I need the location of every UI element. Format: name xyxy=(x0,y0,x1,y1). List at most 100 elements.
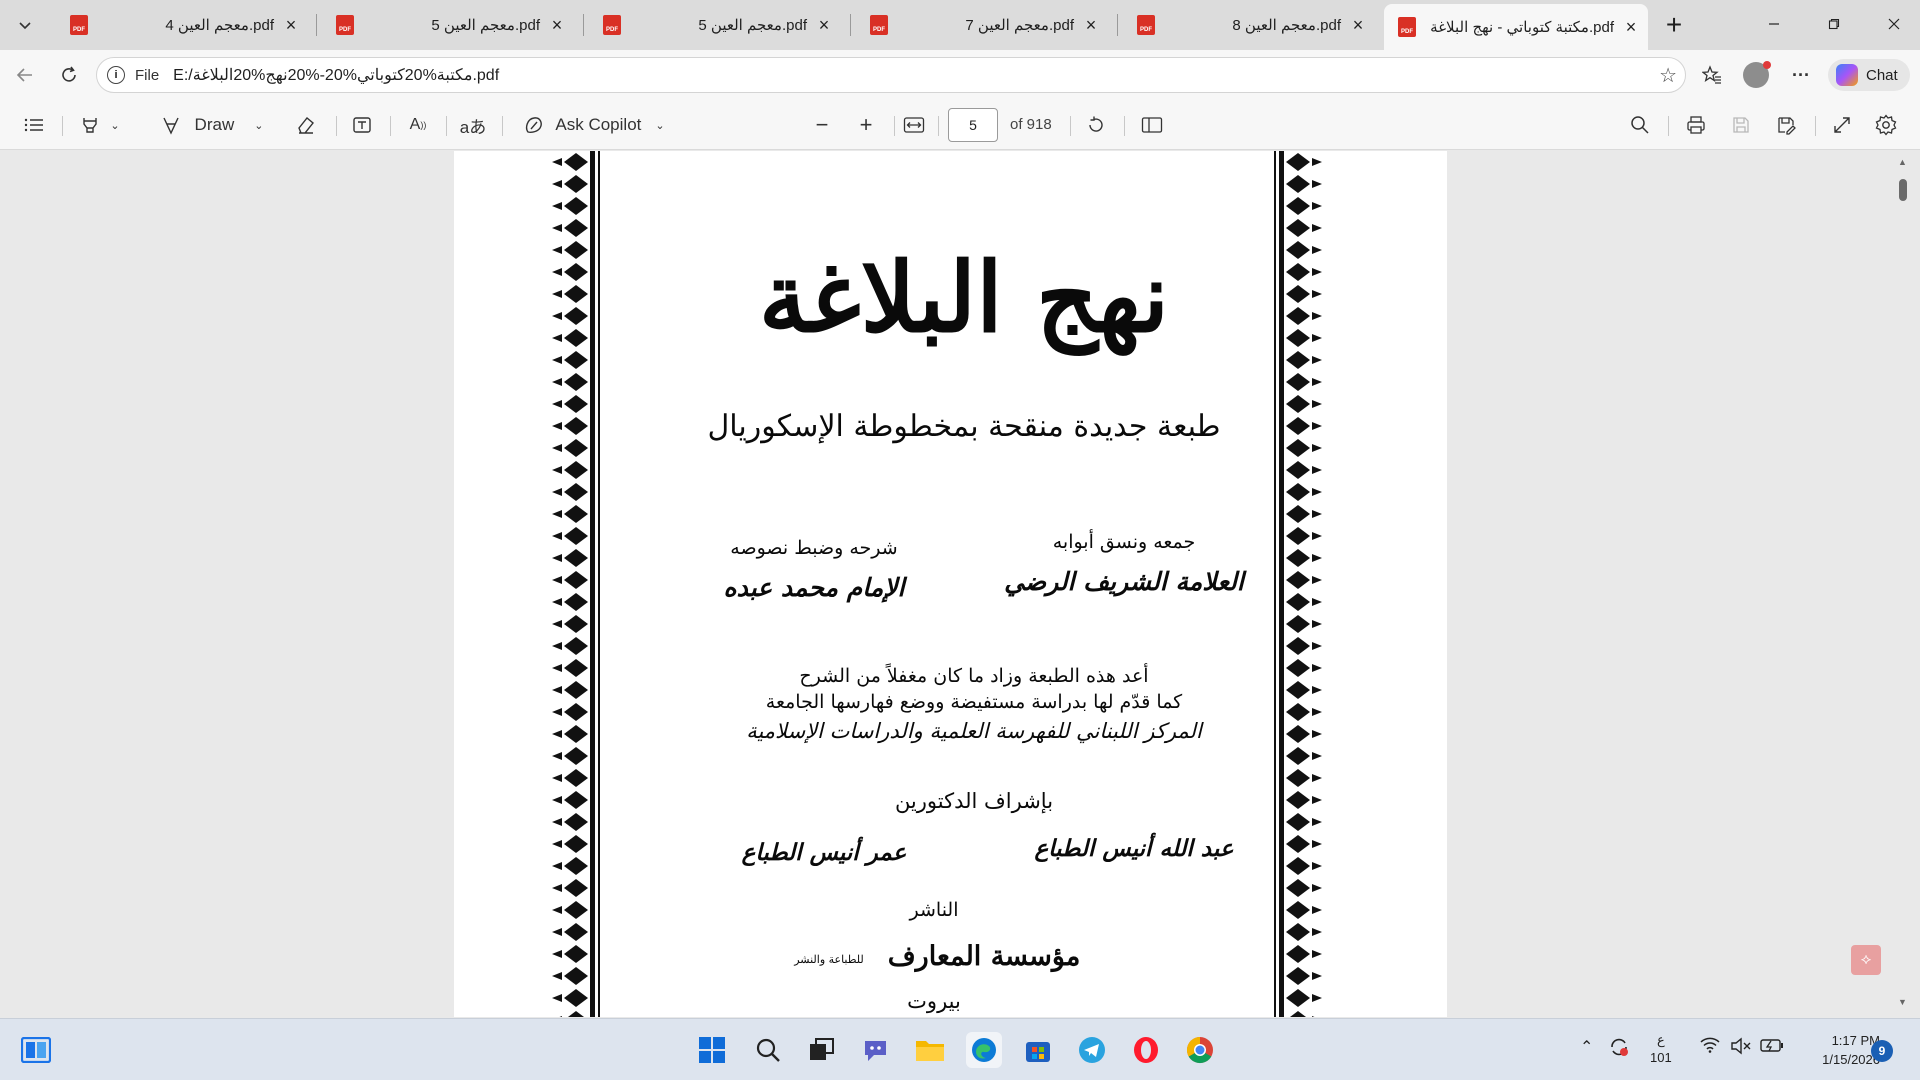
translate-icon[interactable]: aあ xyxy=(456,109,490,141)
tab-2[interactable]: PDF معجم العين 5.pdf × xyxy=(322,6,574,44)
close-icon[interactable]: × xyxy=(280,14,302,36)
tab-4[interactable]: PDF معجم العين 7.pdf × xyxy=(856,6,1108,44)
speaker-muted-icon[interactable] xyxy=(1730,1037,1752,1060)
fullscreen-icon[interactable] xyxy=(1826,109,1858,141)
highlight-button[interactable]: ⌄ xyxy=(72,109,128,141)
settings-icon[interactable] xyxy=(1870,109,1902,141)
url-field[interactable]: i File E:/مكتبة%20كتوباتي%20-%20نهج%20ال… xyxy=(96,57,1686,93)
page-number-input[interactable]: 5 xyxy=(948,108,998,142)
editor-right: عبد الله أنيس الطباع xyxy=(1034,835,1234,862)
pdf-page: نهج البلاغة طبعة جديدة منقحة بمخطوطة الإ… xyxy=(454,151,1447,1017)
refresh-button[interactable] xyxy=(52,58,86,92)
book-title: نهج البلاغة xyxy=(758,241,1170,354)
vertical-scrollbar[interactable]: ▲ ▼ xyxy=(1894,151,1912,1017)
pdf-file-icon: PDF xyxy=(336,15,354,35)
close-icon[interactable]: × xyxy=(1080,14,1102,36)
start-icon[interactable] xyxy=(694,1032,730,1068)
pdf-file-icon: PDF xyxy=(1137,15,1155,35)
tab-1[interactable]: PDF معجم العين 4.pdf × xyxy=(56,6,308,44)
edition-note-line2: كما قدّم لها بدراسة مستفيضة ووضع فهارسها… xyxy=(765,691,1183,713)
sync-icon[interactable] xyxy=(1608,1037,1630,1062)
chevron-up-icon[interactable]: ⌃ xyxy=(1580,1037,1593,1057)
favorites-icon[interactable] xyxy=(1697,60,1727,90)
edition-note-line1: أعد هذه الطبعة وزاد ما كان مغفلاً من الش… xyxy=(799,665,1149,687)
clock[interactable]: 1:17 PM 1/15/2026 xyxy=(1790,1031,1880,1069)
widgets-icon[interactable] xyxy=(18,1032,54,1068)
file-explorer-icon[interactable] xyxy=(912,1032,948,1068)
tab-separator xyxy=(850,14,851,36)
chrome-icon[interactable] xyxy=(1182,1032,1218,1068)
read-aloud-icon[interactable]: A)) xyxy=(400,109,436,141)
save-as-icon[interactable] xyxy=(1770,109,1802,141)
tab-title: معجم العين 4.pdf xyxy=(165,17,274,34)
tab-title: معجم العين 5.pdf xyxy=(698,17,807,34)
editor-left: عمر أنيس الطباع xyxy=(741,839,907,866)
pdf-file-icon: PDF xyxy=(1398,17,1416,37)
ask-copilot-button[interactable]: Ask Copilot ⌄ xyxy=(518,109,670,141)
toolbar-separator xyxy=(502,116,503,136)
close-icon[interactable]: × xyxy=(813,14,835,36)
fit-page-icon[interactable] xyxy=(898,109,930,141)
url-scheme: File xyxy=(135,66,160,84)
edge-icon[interactable] xyxy=(966,1032,1002,1068)
toolbar-separator xyxy=(938,116,939,136)
zoom-in-icon[interactable]: + xyxy=(850,109,882,141)
favorite-star-icon[interactable]: ☆ xyxy=(1659,63,1677,88)
save-icon[interactable] xyxy=(1725,109,1757,141)
pdf-viewer[interactable]: نهج البلاغة طبعة جديدة منقحة بمخطوطة الإ… xyxy=(0,151,1920,1017)
copilot-chat-button[interactable]: Chat xyxy=(1828,59,1910,91)
tab-5[interactable]: PDF معجم العين 8.pdf × xyxy=(1123,6,1375,44)
tab-actions-menu-button[interactable] xyxy=(8,8,42,42)
ask-copilot-label: Ask Copilot xyxy=(555,115,642,134)
page-view-icon[interactable] xyxy=(1136,109,1168,141)
draw-button[interactable]: Draw ⌄ xyxy=(156,109,268,141)
new-tab-button[interactable]: + xyxy=(1656,8,1692,42)
close-icon[interactable]: × xyxy=(1347,14,1369,36)
language-indicator[interactable]: ع 101 xyxy=(1650,1031,1672,1067)
tab-6-active[interactable]: PDF مكتبة كتوباتي - نهج البلاغة.pdf × xyxy=(1384,4,1648,50)
url-text[interactable]: E:/مكتبة%20كتوباتي%20-%20نهج%20البلاغة.p… xyxy=(173,65,499,85)
close-icon[interactable]: × xyxy=(1620,16,1642,38)
opera-icon[interactable] xyxy=(1128,1032,1164,1068)
pdf-file-icon: PDF xyxy=(603,15,621,35)
chevron-down-icon: ⌄ xyxy=(110,119,120,132)
more-icon[interactable]: ··· xyxy=(1786,60,1816,90)
tab-title: مكتبة كتوباتي - نهج البلاغة.pdf xyxy=(1430,19,1614,36)
toolbar-separator xyxy=(1124,116,1125,136)
search-icon[interactable] xyxy=(750,1032,786,1068)
supervision-label: بإشراف الدكتورين xyxy=(894,789,1054,813)
minimize-icon xyxy=(1769,23,1779,25)
toolbar-separator xyxy=(1070,116,1071,136)
window-close-button[interactable] xyxy=(1864,0,1920,48)
notification-badge[interactable]: 9 xyxy=(1871,1040,1893,1062)
restore-button[interactable] xyxy=(1804,0,1864,48)
battery-icon[interactable] xyxy=(1760,1037,1784,1058)
tab-title: معجم العين 8.pdf xyxy=(1232,17,1341,34)
task-view-icon[interactable] xyxy=(804,1032,840,1068)
minimize-button[interactable] xyxy=(1744,0,1804,48)
toolbar-separator xyxy=(894,116,895,136)
back-icon xyxy=(16,68,32,82)
chevron-down-icon xyxy=(19,22,31,30)
close-icon[interactable]: × xyxy=(546,14,568,36)
text-box-icon[interactable] xyxy=(346,109,378,141)
search-icon[interactable] xyxy=(1624,109,1656,141)
store-icon[interactable] xyxy=(1020,1032,1056,1068)
window-close-icon xyxy=(1888,18,1900,30)
scroll-down-icon[interactable]: ▼ xyxy=(1898,997,1907,1007)
zoom-out-icon[interactable]: − xyxy=(806,109,838,141)
publisher-label: الناشر xyxy=(909,899,959,921)
erase-icon[interactable] xyxy=(290,109,322,141)
teams-chat-icon[interactable] xyxy=(858,1032,894,1068)
tab-3[interactable]: PDF معجم العين 5.pdf × xyxy=(589,6,841,44)
contents-icon[interactable] xyxy=(18,109,50,141)
info-icon[interactable]: i xyxy=(107,66,125,84)
rotate-icon[interactable] xyxy=(1080,109,1112,141)
acrobat-icon[interactable]: ⟡ xyxy=(1851,945,1881,975)
telegram-icon[interactable] xyxy=(1074,1032,1110,1068)
scroll-up-icon[interactable]: ▲ xyxy=(1898,157,1907,167)
scroll-thumb[interactable] xyxy=(1899,179,1907,201)
print-icon[interactable] xyxy=(1680,109,1712,141)
wifi-icon[interactable] xyxy=(1700,1037,1720,1058)
back-button[interactable] xyxy=(8,58,42,92)
